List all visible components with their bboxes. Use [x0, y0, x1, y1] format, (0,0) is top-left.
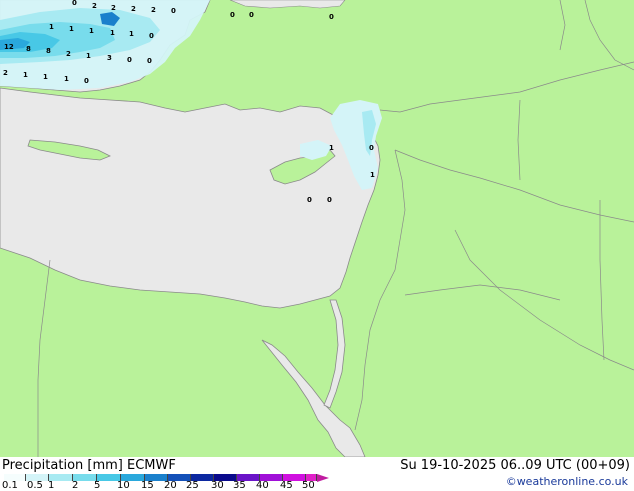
- precip-label: 3: [107, 54, 112, 62]
- precip-label: 0: [307, 196, 312, 204]
- credit-link[interactable]: ©weatheronline.co.uk: [506, 475, 628, 488]
- precip-label: 0: [171, 7, 176, 15]
- precip-label: 0: [72, 0, 77, 7]
- precip-label: 1: [129, 30, 134, 38]
- precip-label: 0: [230, 11, 235, 19]
- mediterranean-sea: [0, 87, 381, 309]
- precip-label: 12: [4, 43, 14, 51]
- precip-label: 2: [92, 2, 97, 10]
- precip-label: 0: [127, 56, 132, 64]
- map-footer: Precipitation [mm] ECMWF Su 19-10-2025 0…: [0, 457, 634, 491]
- precip-label: 2: [151, 6, 156, 14]
- precip-label: 1: [370, 171, 375, 179]
- precip-label: 2: [131, 5, 136, 13]
- precip-label: 0: [149, 32, 154, 40]
- precip-label: 1: [89, 27, 94, 35]
- precip-label: 8: [26, 45, 31, 53]
- gulf-of-suez: [261, 339, 366, 457]
- precip-label: 2: [3, 69, 8, 77]
- map-graphic: [0, 0, 634, 457]
- precipitation-map: 0 2 2 2 2 0 0 0 0 1 1 1 1 1 0 12 8 8 2 1…: [0, 0, 634, 457]
- precip-label: 1: [329, 144, 334, 152]
- precip-label: 0: [329, 13, 334, 21]
- precip-label: 1: [86, 52, 91, 60]
- precip-label: 1: [43, 73, 48, 81]
- precip-label: 0: [84, 77, 89, 85]
- map-title: Precipitation [mm] ECMWF: [2, 458, 176, 473]
- precip-label: 1: [49, 23, 54, 31]
- gulf-of-aqaba: [323, 299, 346, 409]
- precip-label: 1: [64, 75, 69, 83]
- precip-label: 0: [147, 57, 152, 65]
- precip-label: 1: [69, 25, 74, 33]
- precip-label: 1: [110, 29, 115, 37]
- precip-label: 1: [23, 71, 28, 79]
- precip-label: 2: [111, 4, 116, 12]
- precip-label: 8: [46, 47, 51, 55]
- precip-label: 2: [66, 50, 71, 58]
- precip-label: 0: [249, 11, 254, 19]
- precip-label: 0: [369, 144, 374, 152]
- precip-label: 0: [327, 196, 332, 204]
- valid-time: Su 19-10-2025 06..09 UTC (00+09): [400, 458, 630, 473]
